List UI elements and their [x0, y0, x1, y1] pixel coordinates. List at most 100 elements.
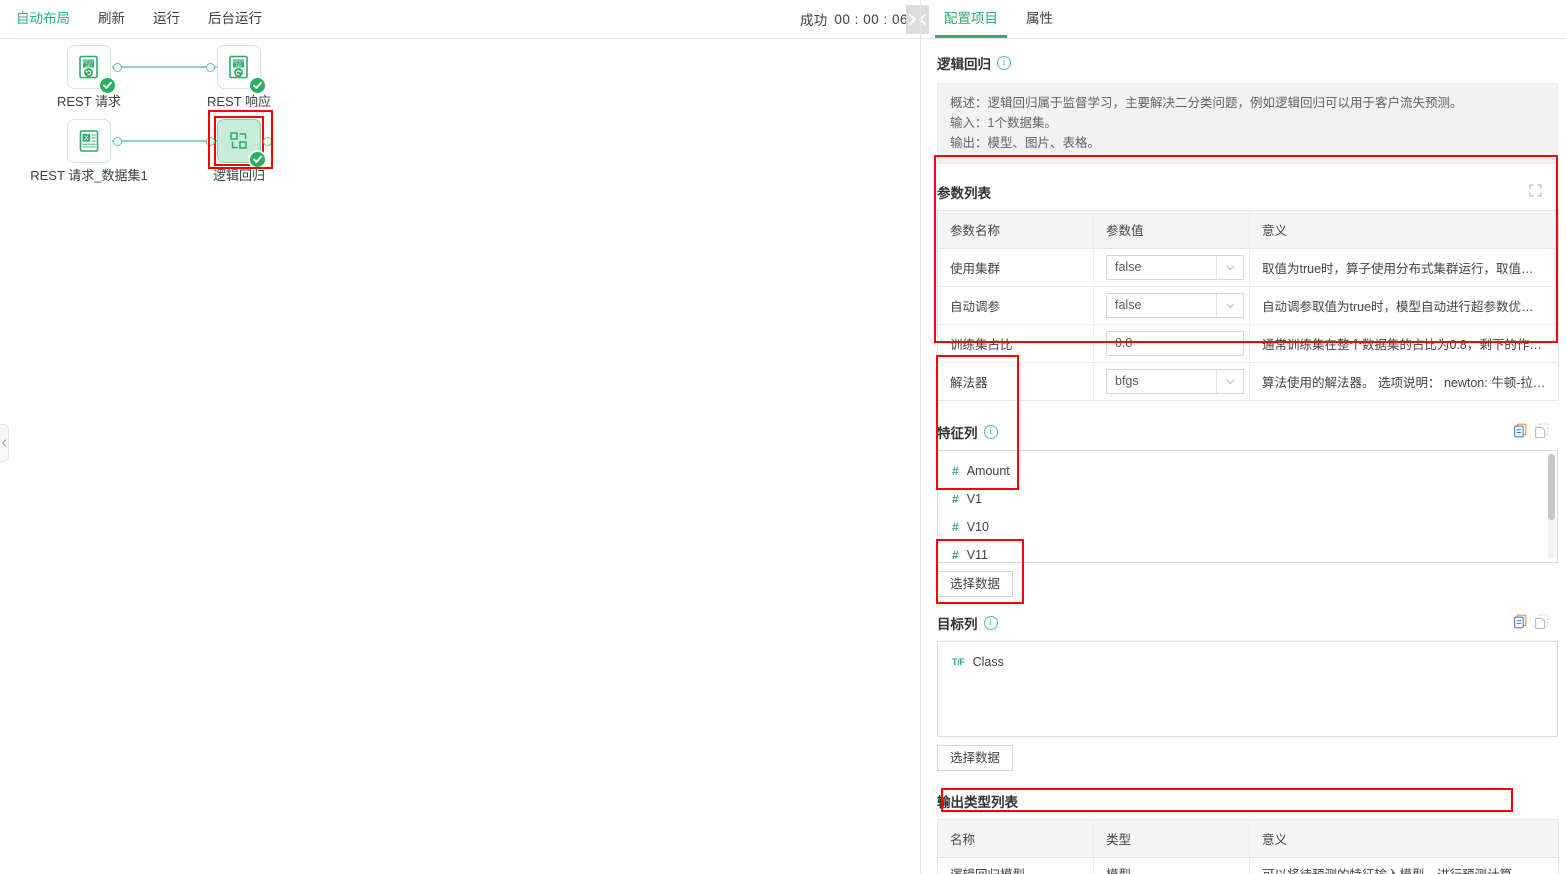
canvas-node-dataset[interactable]: X REST 请求_数据集1 [66, 118, 112, 164]
table-row: 自动调参 false 自动调参取值为true时，模型自动进行超参数优化，取. [938, 287, 1559, 325]
node-body: REST API [217, 45, 261, 89]
param-select-auto-tune[interactable]: false [1106, 293, 1244, 318]
target-columns-actions [1513, 614, 1550, 632]
node-body: X [67, 119, 111, 163]
node-output-port[interactable] [113, 63, 122, 72]
param-meaning-cell: 取值为true时，算子使用分布式集群运行，取值为false. [1250, 249, 1559, 287]
paste-icon [1535, 423, 1550, 438]
node-input-port[interactable] [206, 63, 215, 72]
node-body: REST API [67, 45, 111, 89]
toolbar-item-run-background[interactable]: 后台运行 [194, 0, 276, 38]
list-item-label: V11 [967, 541, 988, 563]
outputs-header-name: 名称 [938, 820, 1094, 858]
feature-select-data-button[interactable]: 选择数据 [937, 571, 1013, 597]
list-item[interactable]: # V11 [938, 541, 1557, 563]
list-item[interactable]: # V10 [938, 513, 1557, 541]
copy-icon [1513, 614, 1528, 629]
toolbar-item-auto-layout[interactable]: 自动布局 [0, 0, 84, 38]
paste-button[interactable] [1535, 423, 1550, 441]
node-output-port[interactable] [263, 137, 272, 146]
node-body [217, 119, 261, 163]
copy-button[interactable] [1513, 614, 1528, 632]
canvas-node-label: REST 响应 [207, 91, 271, 110]
numeric-type-icon: # [952, 513, 959, 541]
table-row: 训练集占比 0.8 通常训练集在整个数据集的占比为0.8，剩下的作为验... [938, 325, 1559, 363]
param-name-auto-tune: 自动调参 [938, 287, 1094, 325]
param-value-cell: false [1094, 249, 1250, 287]
list-item-label: V10 [967, 513, 989, 541]
canvas-node-rest-response[interactable]: REST API REST 响应 [216, 44, 262, 90]
toolbar-item-refresh[interactable]: 刷新 [84, 0, 139, 38]
select-value: false [1107, 294, 1216, 317]
param-value-cell: 0.8 [1094, 325, 1250, 363]
param-name-use-cluster: 使用集群 [938, 249, 1094, 287]
target-columns-list[interactable]: T/F Class [937, 641, 1558, 737]
collapse-panel-button[interactable] [906, 5, 929, 34]
select-value: false [1107, 256, 1216, 279]
list-item-label: Amount [967, 457, 1010, 485]
svg-text:API: API [235, 63, 242, 68]
select-value: bfgs [1107, 370, 1216, 393]
numeric-type-icon: # [952, 541, 959, 563]
list-item[interactable]: # V1 [938, 485, 1557, 513]
list-item[interactable]: # Amount [938, 457, 1557, 485]
outputs-table-header-row: 名称 类型 意义 [938, 820, 1559, 858]
chevron-down-icon [1216, 370, 1243, 393]
run-status: 成功 00 : 00 : 06 [800, 0, 908, 38]
target-select-data-button[interactable]: 选择数据 [937, 745, 1013, 771]
param-select-use-cluster[interactable]: false [1106, 255, 1244, 280]
feature-columns-actions [1513, 423, 1550, 441]
list-item[interactable]: T/F Class [938, 648, 1557, 676]
param-value-cell: bfgs [1094, 363, 1250, 401]
param-meaning-cell: 通常训练集在整个数据集的占比为0.8，剩下的作为验... [1250, 325, 1559, 363]
node-input-port[interactable] [206, 137, 215, 146]
operator-info-icon[interactable]: i [997, 56, 1011, 70]
param-select-solver[interactable]: bfgs [1106, 369, 1244, 394]
tab-properties[interactable]: 属性 [1012, 0, 1067, 38]
page-title: 逻辑回归 [937, 53, 991, 73]
panel-tabs: 配置项目 属性 [930, 0, 1067, 38]
workflow-canvas[interactable]: REST API REST 请求 REST A [0, 39, 920, 874]
feature-columns-info-icon[interactable]: i [984, 425, 998, 439]
table-row: 解法器 bfgs 算法使用的解法器。 选项说明： newton: 牛顿-拉夫逊. [938, 363, 1559, 401]
svg-text:API: API [85, 63, 92, 68]
param-value-cell: false [1094, 287, 1250, 325]
param-name-solver: 解法器 [938, 363, 1094, 401]
copy-button[interactable] [1513, 423, 1528, 441]
rest-api-response-icon: REST API [226, 54, 252, 80]
outputs-section-header: 输出类型列表 [937, 789, 1558, 813]
description-line-input: 输入：1个数据集。 [950, 113, 1545, 133]
feature-columns-list[interactable]: # Amount # V1 # V10 # V1 [937, 450, 1558, 563]
canvas-node-label: REST 请求_数据集1 [30, 165, 148, 184]
tab-configure-project[interactable]: 配置项目 [930, 0, 1012, 38]
top-bar: 自动布局 刷新 运行 后台运行 成功 00 : 00 : 06 配置项目 属性 [0, 0, 1566, 39]
node-output-port[interactable] [113, 137, 122, 146]
outputs-table: 名称 类型 意义 逻辑回归模型 模型 可以将待预测的特征输入模型，进行预测计算 … [937, 819, 1559, 874]
dataset-spreadsheet-icon: X [76, 128, 102, 154]
description-line-output: 输出：模型、图片、表格。 [950, 133, 1545, 153]
canvas-left-collapse-handle[interactable] [0, 424, 9, 462]
list-item-label: V1 [967, 485, 982, 513]
target-columns-info-icon[interactable]: i [984, 616, 998, 630]
expand-fullscreen-icon [1529, 184, 1542, 197]
feature-list-scrollbar[interactable] [1548, 454, 1555, 559]
chevron-left-icon [1, 439, 7, 447]
rest-api-request-icon: REST API [76, 54, 102, 80]
canvas-node-rest-request[interactable]: REST API REST 请求 [66, 44, 112, 90]
scrollbar-thumb[interactable] [1548, 454, 1555, 520]
param-input-train-ratio[interactable]: 0.8 [1106, 331, 1244, 356]
collapse-chevrons-icon [908, 13, 927, 26]
output-type-cell: 模型 [1094, 858, 1250, 874]
paste-button[interactable] [1535, 614, 1550, 632]
target-columns-title: 目标列 [937, 613, 978, 633]
outputs-header-meaning: 意义 [1250, 820, 1559, 858]
copy-icon [1513, 423, 1528, 438]
outputs-header-type: 类型 [1094, 820, 1250, 858]
params-header-value: 参数值 [1094, 211, 1250, 249]
feature-columns-rows: # Amount # V1 # V10 # V1 [938, 451, 1557, 563]
params-expand-button[interactable] [1529, 184, 1542, 197]
params-table-header-row: 参数名称 参数值 意义 [938, 211, 1559, 249]
toolbar-item-run[interactable]: 运行 [139, 0, 194, 38]
table-row: 逻辑回归模型 模型 可以将待预测的特征输入模型，进行预测计算 [938, 858, 1559, 874]
canvas-node-logistic-regression[interactable]: 逻辑回归 [216, 118, 262, 164]
